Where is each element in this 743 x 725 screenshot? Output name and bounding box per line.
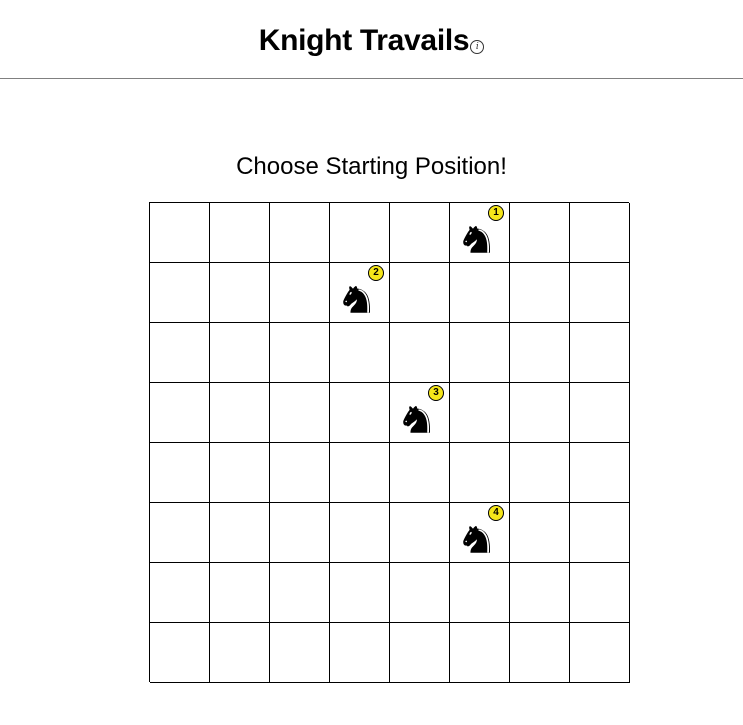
chess-board: 1 2 3 4 (149, 202, 630, 683)
board-square[interactable]: 4 (450, 503, 510, 563)
board-square[interactable] (510, 383, 570, 443)
board-square[interactable] (510, 503, 570, 563)
board-square[interactable]: 2 (330, 263, 390, 323)
instruction-text: Choose Starting Position! (236, 153, 507, 180)
board-square[interactable] (570, 323, 630, 383)
board-square[interactable] (390, 623, 450, 683)
board-square[interactable] (330, 563, 390, 623)
board-square[interactable] (510, 563, 570, 623)
move-order-badge: 4 (488, 505, 504, 521)
board-square[interactable] (270, 323, 330, 383)
board-square[interactable] (210, 323, 270, 383)
board-square[interactable] (210, 623, 270, 683)
board-square[interactable] (210, 443, 270, 503)
board-square[interactable] (570, 503, 630, 563)
board-square[interactable] (510, 623, 570, 683)
board-square[interactable] (390, 203, 450, 263)
board-square[interactable] (570, 623, 630, 683)
board-square[interactable] (330, 323, 390, 383)
board-square[interactable] (210, 383, 270, 443)
board-square[interactable] (330, 383, 390, 443)
move-order-badge: 2 (368, 265, 384, 281)
board-square[interactable] (270, 383, 330, 443)
board-square[interactable] (150, 383, 210, 443)
board-square[interactable] (570, 203, 630, 263)
board-square[interactable] (270, 623, 330, 683)
board-square[interactable] (270, 443, 330, 503)
board-square[interactable]: 1 (450, 203, 510, 263)
board-square[interactable] (570, 263, 630, 323)
board-square[interactable] (510, 443, 570, 503)
board-square[interactable] (330, 503, 390, 563)
board-square[interactable] (390, 323, 450, 383)
move-order-badge: 1 (488, 205, 504, 221)
board-square[interactable] (390, 563, 450, 623)
board-square[interactable] (510, 263, 570, 323)
move-order-badge: 3 (428, 385, 444, 401)
board-square[interactable] (450, 623, 510, 683)
board-square[interactable] (270, 563, 330, 623)
info-icon[interactable]: i (470, 40, 485, 54)
board-square[interactable] (390, 503, 450, 563)
board-square[interactable] (150, 263, 210, 323)
board-square[interactable] (330, 623, 390, 683)
board-square[interactable] (270, 263, 330, 323)
page-title: Knight Travails (258, 24, 470, 57)
board-square[interactable] (570, 443, 630, 503)
board-square[interactable] (150, 563, 210, 623)
board-square[interactable] (390, 443, 450, 503)
board-square[interactable] (390, 263, 450, 323)
board-square[interactable] (210, 203, 270, 263)
board-square[interactable] (330, 203, 390, 263)
board-square[interactable] (270, 203, 330, 263)
board-square[interactable] (150, 443, 210, 503)
board-square[interactable] (210, 503, 270, 563)
board-square[interactable] (210, 263, 270, 323)
board-square[interactable] (210, 563, 270, 623)
board-square[interactable] (450, 263, 510, 323)
board-square[interactable]: 3 (390, 383, 450, 443)
board-square[interactable] (330, 443, 390, 503)
board-square[interactable] (150, 623, 210, 683)
board-square[interactable] (150, 503, 210, 563)
board-square[interactable] (570, 563, 630, 623)
board-square[interactable] (450, 323, 510, 383)
board-square[interactable] (450, 563, 510, 623)
board-square[interactable] (450, 443, 510, 503)
board-square[interactable] (510, 203, 570, 263)
board-square[interactable] (150, 323, 210, 383)
board-square[interactable] (270, 503, 330, 563)
board-square[interactable] (570, 383, 630, 443)
title-wrap: Knight Travails i (0, 24, 743, 58)
header: Knight Travails i (0, 0, 743, 79)
board-square[interactable] (150, 203, 210, 263)
board-square[interactable] (450, 383, 510, 443)
board-square[interactable] (510, 323, 570, 383)
